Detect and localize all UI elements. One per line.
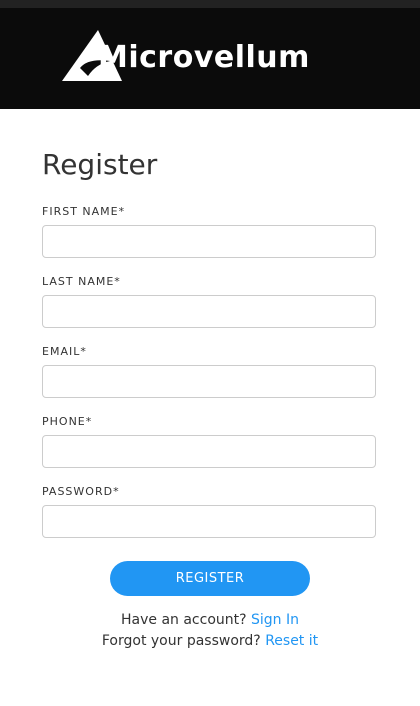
account-prompt-text: Have an account? xyxy=(120,612,247,628)
first-name-label: FIRST NAME* xyxy=(42,205,126,218)
last-name-input[interactable] xyxy=(42,295,376,328)
password-input[interactable] xyxy=(42,505,376,538)
sign-in-prompt: Have an account? Sign In xyxy=(0,611,420,629)
phone-label: PHONE* xyxy=(42,415,93,428)
first-name-input[interactable] xyxy=(42,225,376,258)
page-title: Register xyxy=(42,148,158,181)
forgot-prompt-text: Forgot your password? xyxy=(101,633,261,649)
password-label: PASSWORD* xyxy=(42,485,120,498)
top-strip xyxy=(0,0,420,8)
reset-it-link[interactable]: Reset it xyxy=(265,633,318,649)
email-input[interactable] xyxy=(42,365,376,398)
site-header: Microvellum xyxy=(0,8,420,109)
last-name-label: LAST NAME* xyxy=(42,275,121,288)
microvellum-logo[interactable]: Microvellum xyxy=(58,28,368,88)
email-label: EMAIL* xyxy=(42,345,87,358)
reset-password-prompt: Forgot your password? Reset it xyxy=(0,632,420,650)
register-button[interactable]: REGISTER xyxy=(110,561,310,596)
logo-text: Microvellum xyxy=(98,40,310,75)
sign-in-link[interactable]: Sign In xyxy=(251,612,299,628)
phone-input[interactable] xyxy=(42,435,376,468)
